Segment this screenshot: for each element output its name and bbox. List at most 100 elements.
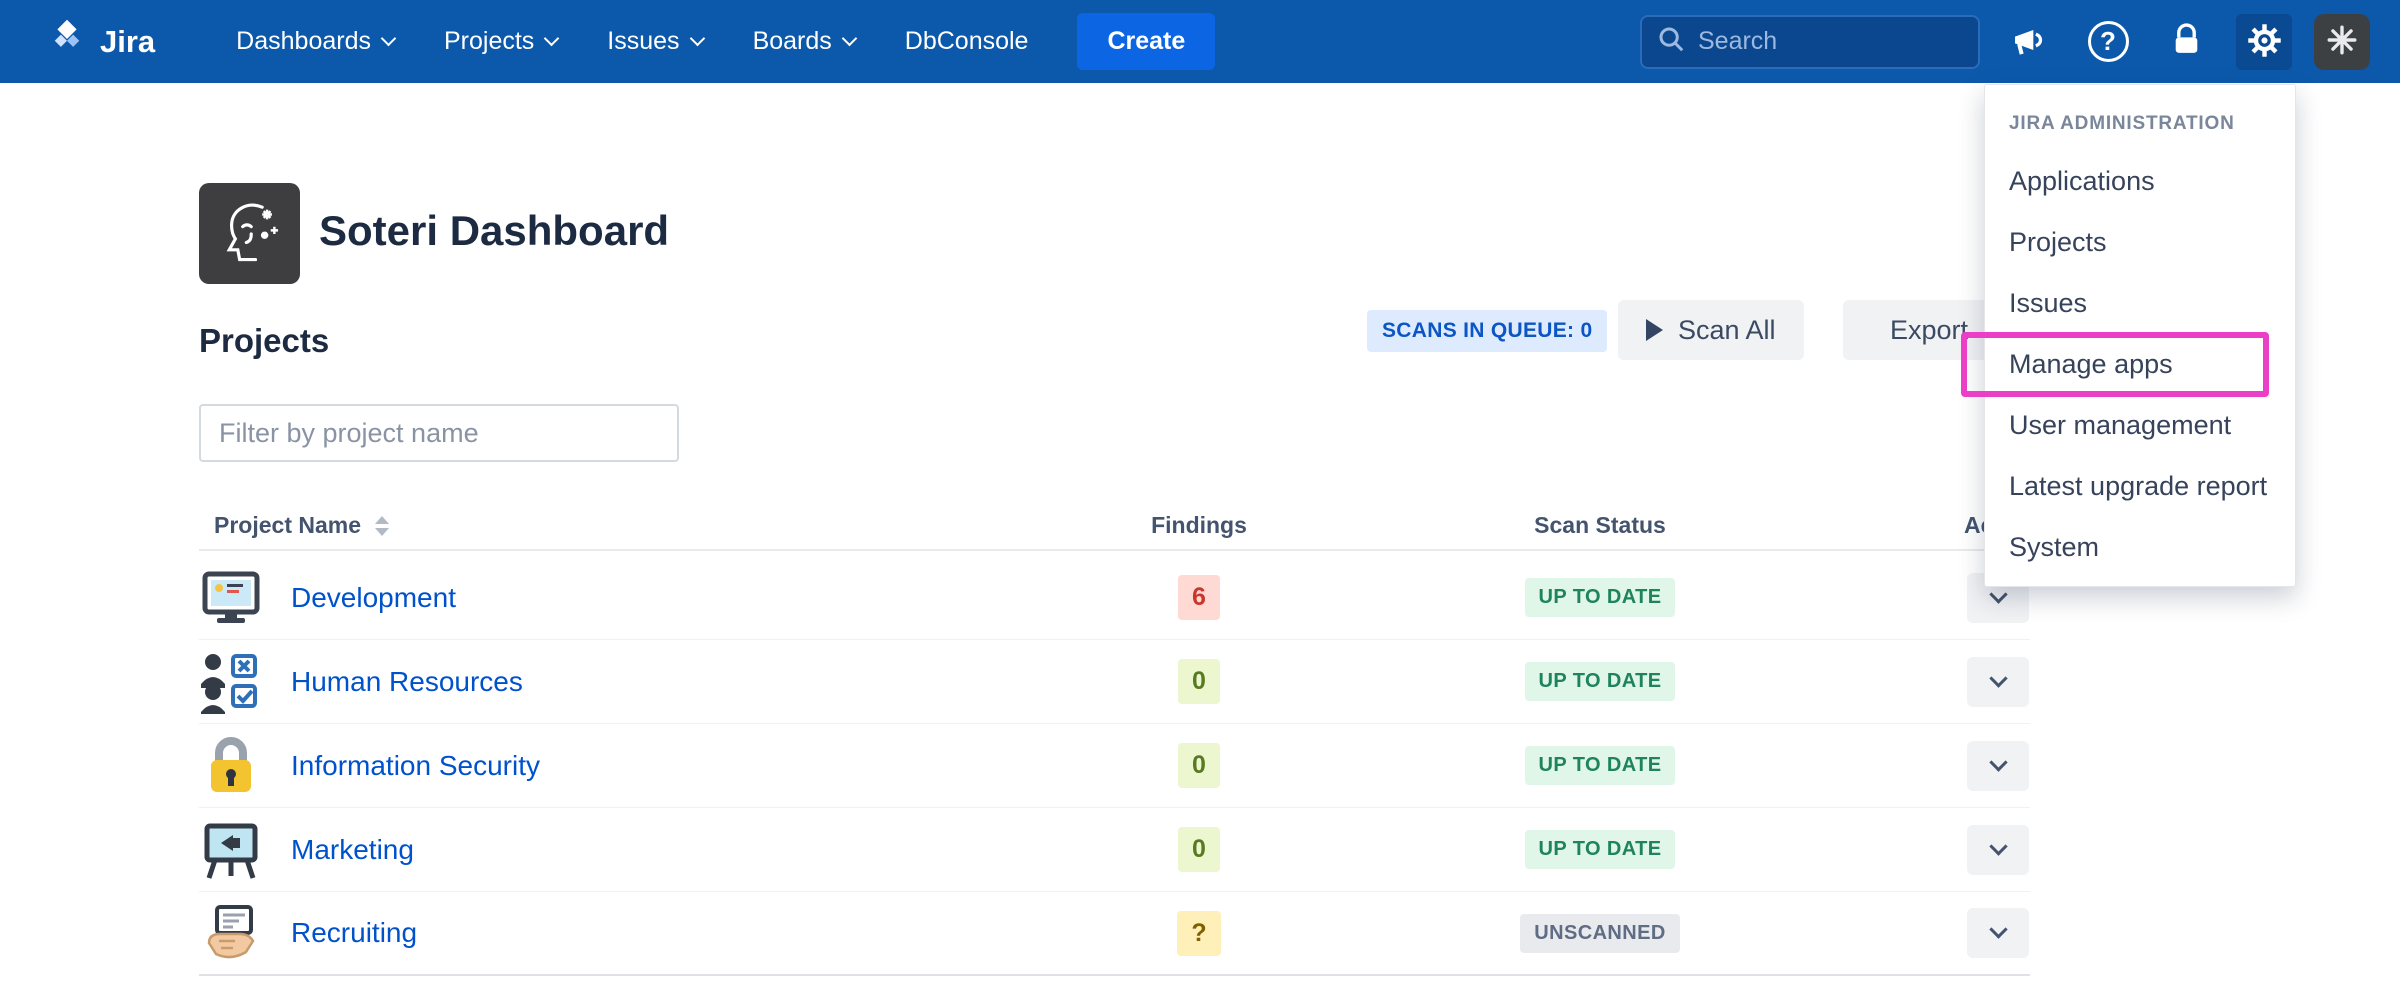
admin-menu-item-label: System <box>2009 532 2099 563</box>
findings-cell: ? <box>1139 911 1259 956</box>
jira-brand[interactable]: Jira <box>46 18 155 65</box>
export-label: Export <box>1890 315 1968 346</box>
main-nav: Dashboards Projects Issues Boards DbCons… <box>211 0 1053 83</box>
admin-menu-item-issues[interactable]: Issues <box>1985 273 2295 334</box>
security-button[interactable] <box>2158 14 2214 70</box>
findings-badge: 0 <box>1178 743 1220 788</box>
status-cell: UP TO DATE <box>1500 578 1700 617</box>
projects-section-heading: Projects <box>199 322 329 360</box>
chevron-down-icon <box>842 31 858 47</box>
column-header-label: Project Name <box>214 512 361 539</box>
status-badge: UP TO DATE <box>1525 746 1676 785</box>
nav-item-projects[interactable]: Projects <box>419 0 582 83</box>
nav-item-dashboards[interactable]: Dashboards <box>211 0 419 83</box>
chevron-down-icon <box>1989 669 2007 687</box>
global-search[interactable] <box>1640 15 1980 69</box>
announcement-icon <box>2010 20 2050 63</box>
create-button[interactable]: Create <box>1077 13 1215 70</box>
user-avatar[interactable] <box>2314 14 2370 70</box>
page-title: Soteri Dashboard <box>319 207 669 255</box>
admin-menu-item-label: Latest upgrade report <box>2009 471 2267 502</box>
admin-menu-item-projects[interactable]: Projects <box>1985 212 2295 273</box>
findings-badge: 0 <box>1178 659 1220 704</box>
status-cell: UP TO DATE <box>1500 830 1700 869</box>
project-link[interactable]: Information Security <box>291 750 540 782</box>
nav-item-boards[interactable]: Boards <box>728 0 880 83</box>
pinwheel-avatar-icon <box>2325 23 2359 60</box>
information-security-project-icon <box>199 734 263 798</box>
findings-cell: 0 <box>1139 659 1259 704</box>
admin-menu-heading: JIRA ADMINISTRATION <box>1985 101 2295 151</box>
admin-menu-item-label: Applications <box>2009 166 2155 197</box>
help-icon: ? <box>2088 21 2129 62</box>
marketing-project-icon <box>199 818 263 882</box>
table-row-development: Development 6 UP TO DATE <box>199 556 2030 640</box>
status-badge: UNSCANNED <box>1520 914 1679 953</box>
admin-menu-item-applications[interactable]: Applications <box>1985 151 2295 212</box>
lock-icon <box>2168 22 2205 62</box>
help-button[interactable]: ? <box>2080 14 2136 70</box>
brand-name: Jira <box>100 24 155 60</box>
settings-button[interactable] <box>2236 14 2292 70</box>
status-cell: UNSCANNED <box>1500 914 1700 953</box>
row-actions-button[interactable] <box>1967 908 2029 958</box>
projects-table: Development 6 UP TO DATE Human Resources <box>199 556 2030 976</box>
nav-item-dbconsole[interactable]: DbConsole <box>880 0 1054 83</box>
nav-item-label: Boards <box>753 27 832 56</box>
admin-menu-item-label: Projects <box>2009 227 2107 258</box>
chevron-down-icon <box>544 31 560 47</box>
navbar-right: ? <box>1640 14 2370 70</box>
top-navbar: Jira Dashboards Projects Issues Boards D… <box>0 0 2400 83</box>
status-badge: UP TO DATE <box>1525 578 1676 617</box>
sort-icon <box>375 516 389 536</box>
admin-menu-item-system[interactable]: System <box>1985 517 2295 578</box>
project-link[interactable]: Marketing <box>291 834 414 866</box>
row-actions-button[interactable] <box>1967 657 2029 707</box>
jira-logo-icon <box>46 18 88 65</box>
jira-administration-menu: JIRA ADMINISTRATION Applications Project… <box>1984 84 2296 587</box>
chevron-down-icon <box>689 31 705 47</box>
admin-menu-item-label: Issues <box>2009 288 2087 319</box>
status-badge: UP TO DATE <box>1525 662 1676 701</box>
column-header-project-name[interactable]: Project Name <box>214 512 389 539</box>
development-project-icon <box>199 566 263 630</box>
table-header-divider <box>199 549 2030 551</box>
findings-cell: 0 <box>1139 743 1259 788</box>
chevron-down-icon <box>1989 837 2007 855</box>
row-actions-button[interactable] <box>1967 741 2029 791</box>
project-link[interactable]: Development <box>291 582 456 614</box>
findings-badge: 6 <box>1178 575 1220 620</box>
nav-item-label: Issues <box>607 27 679 56</box>
project-filter-input[interactable] <box>199 404 679 462</box>
table-row-human-resources: Human Resources 0 UP TO DATE <box>199 640 2030 724</box>
project-link[interactable]: Human Resources <box>291 666 523 698</box>
admin-menu-item-manage-apps[interactable]: Manage apps <box>1985 334 2295 395</box>
column-header-scan-status: Scan Status <box>1500 512 1700 539</box>
admin-menu-item-label: User management <box>2009 410 2231 441</box>
row-actions-button[interactable] <box>1967 825 2029 875</box>
scan-all-button[interactable]: Scan All <box>1618 300 1804 360</box>
nav-item-issues[interactable]: Issues <box>582 0 727 83</box>
search-icon <box>1656 24 1686 59</box>
scans-in-queue-badge: SCANS IN QUEUE: 0 <box>1367 310 1607 352</box>
search-input[interactable] <box>1698 27 1964 56</box>
announcement-button[interactable] <box>2002 14 2058 70</box>
table-row-recruiting: Recruiting ? UNSCANNED <box>199 892 2030 976</box>
human-resources-project-icon <box>199 650 263 714</box>
project-link[interactable]: Recruiting <box>291 917 417 949</box>
admin-menu-item-latest-upgrade-report[interactable]: Latest upgrade report <box>1985 456 2295 517</box>
nav-item-label: DbConsole <box>905 27 1029 56</box>
admin-menu-item-user-management[interactable]: User management <box>1985 395 2295 456</box>
chevron-down-icon <box>1989 920 2007 938</box>
nav-item-label: Projects <box>444 27 534 56</box>
findings-badge: 0 <box>1178 827 1220 872</box>
soteri-app-logo <box>199 183 300 284</box>
column-header-findings: Findings <box>1099 512 1299 539</box>
gear-icon <box>2244 20 2285 64</box>
findings-cell: 0 <box>1139 827 1259 872</box>
nav-item-label: Dashboards <box>236 27 371 56</box>
status-badge: UP TO DATE <box>1525 830 1676 869</box>
status-cell: UP TO DATE <box>1500 746 1700 785</box>
findings-cell: 6 <box>1139 575 1259 620</box>
table-row-marketing: Marketing 0 UP TO DATE <box>199 808 2030 892</box>
